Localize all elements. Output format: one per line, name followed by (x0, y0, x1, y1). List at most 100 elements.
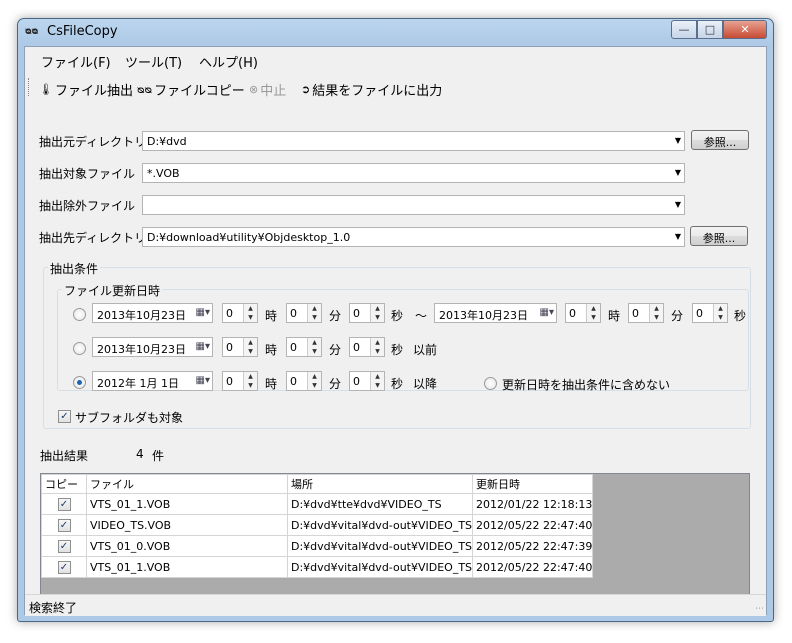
spinner-icon[interactable]: ▲ ▼ (307, 338, 321, 356)
spinner-icon[interactable]: ▲ ▼ (713, 304, 727, 322)
spinner-icon[interactable]: ▲ ▼ (307, 304, 321, 322)
copy-icon: ᴓᴓ (137, 83, 153, 96)
browse-src-button[interactable]: 参照... (691, 130, 749, 150)
col-header-copy[interactable]: コピー (41, 474, 87, 494)
after-suffix: 以降 (413, 377, 438, 391)
toolbar: 🌡 ファイル抽出 ᴓᴓ ファイルコピー ⊗ 中止 ➲ 結果をファイルに出力 (25, 75, 766, 101)
before-radio[interactable] (73, 342, 86, 355)
spinner-icon[interactable]: ▲ ▼ (370, 304, 384, 322)
range-from-date[interactable]: 2013年10月23日 ▦▾ (92, 303, 213, 323)
menu-bar: ファイル(F) ツール(T) ヘルプ(H) (25, 47, 766, 71)
calendar-icon[interactable]: ▦▾ (196, 307, 210, 318)
col-header-modified[interactable]: 更新日時 (472, 474, 594, 494)
modified-cell: 2012/05/22 22:47:39 (472, 535, 594, 557)
extract-button[interactable]: 🌡 ファイル抽出 (39, 80, 133, 99)
target-combo[interactable]: *.VOB ▼ (142, 163, 685, 183)
location-cell: D:¥dvd¥tte¥dvd¥VIDEO_TS (286, 493, 474, 515)
results-grid[interactable]: コピー ファイル 場所 更新日時 ✓ VTS_01_1.VOB D:¥dvd¥t… (40, 473, 750, 607)
window-controls: — □ ✕ (671, 20, 767, 39)
results-table: コピー ファイル 場所 更新日時 ✓ VTS_01_1.VOB D:¥dvd¥t… (41, 474, 594, 578)
spinner-icon[interactable]: ▲ ▼ (586, 304, 600, 322)
after-second[interactable]: 0 ▲ ▼ (349, 371, 385, 391)
table-row[interactable]: ✓ VTS_01_1.VOB D:¥dvd¥tte¥dvd¥VIDEO_TS 2… (41, 493, 594, 515)
range-to-hour-value: 0 (569, 307, 576, 320)
exclude-combo[interactable]: ▼ (142, 195, 685, 215)
toolbar-grip[interactable] (28, 78, 31, 96)
range-from-minute[interactable]: 0 ▲ ▼ (286, 303, 322, 323)
location-cell: D:¥dvd¥vital¥dvd-out¥VIDEO_TS (286, 535, 474, 557)
browse-dest-button[interactable]: 参照... (690, 226, 748, 246)
table-row[interactable]: ✓ VTS_01_1.VOB D:¥dvd¥vital¥dvd-out¥VIDE… (41, 556, 594, 578)
dest-dir-combo[interactable]: D:¥download¥utility¥Objdesktop_1.0 ▼ (142, 227, 685, 247)
spinner-icon[interactable]: ▲ ▼ (243, 304, 257, 322)
after-minute[interactable]: 0 ▲ ▼ (286, 371, 322, 391)
after-date[interactable]: 2012年 1月 1日 ▦▾ (92, 371, 213, 391)
spinner-icon[interactable]: ▲ ▼ (370, 372, 384, 390)
chevron-down-icon[interactable]: ▼ (675, 200, 681, 209)
results-label: 抽出結果 (40, 449, 89, 463)
table-row[interactable]: ✓ VTS_01_0.VOB D:¥dvd¥vital¥dvd-out¥VIDE… (41, 535, 594, 557)
spinner-icon[interactable]: ▲ ▼ (307, 372, 321, 390)
range-to-hour[interactable]: 0 ▲ ▼ (565, 303, 601, 323)
chevron-down-icon[interactable]: ▼ (675, 168, 681, 177)
col-header-location[interactable]: 場所 (286, 474, 474, 494)
status-text: 検索終了 (29, 601, 78, 615)
subfolder-label: サブフォルダも対象 (75, 411, 184, 425)
copy-cell: ✓ (41, 514, 87, 536)
copy-cell: ✓ (41, 493, 87, 515)
subfolder-checkbox[interactable]: ✓ (58, 410, 71, 423)
copy-checkbox[interactable]: ✓ (57, 518, 71, 532)
stop-icon: ⊗ (249, 83, 259, 96)
range-to-date[interactable]: 2013年10月23日 ▦▾ (434, 303, 557, 323)
minute-unit: 分 (329, 343, 342, 357)
window-title: CsFileCopy (47, 24, 118, 39)
menu-help[interactable]: ヘルプ(H) (199, 52, 258, 71)
no-date-radio[interactable] (484, 377, 497, 390)
after-hour[interactable]: 0 ▲ ▼ (222, 371, 258, 391)
menu-tools[interactable]: ツール(T) (125, 52, 182, 71)
copy-checkbox[interactable]: ✓ (57, 539, 71, 553)
spinner-icon[interactable]: ▲ ▼ (370, 338, 384, 356)
close-button[interactable]: ✕ (723, 20, 767, 39)
calendar-icon[interactable]: ▦▾ (196, 341, 210, 352)
before-second[interactable]: 0 ▲ ▼ (349, 337, 385, 357)
col-header-file[interactable]: ファイル (86, 474, 288, 494)
spinner-icon[interactable]: ▲ ▼ (649, 304, 663, 322)
modified-cell: 2012/01/22 12:18:13 (472, 493, 594, 515)
copy-checkbox[interactable]: ✓ (57, 497, 71, 511)
spinner-icon[interactable]: ▲ ▼ (243, 372, 257, 390)
before-date[interactable]: 2013年10月23日 ▦▾ (92, 337, 213, 357)
spinner-icon[interactable]: ▲ ▼ (243, 338, 257, 356)
after-date-value: 2012年 1月 1日 (97, 377, 179, 390)
chevron-down-icon[interactable]: ▼ (675, 232, 681, 241)
range-from-second[interactable]: 0 ▲ ▼ (349, 303, 385, 323)
size-grip-icon[interactable]: ⋯ (755, 604, 764, 614)
menu-file[interactable]: ファイル(F) (41, 52, 111, 71)
range-from-hour[interactable]: 0 ▲ ▼ (222, 303, 258, 323)
title-bar[interactable]: ᴓᴓ CsFileCopy — □ ✕ (18, 19, 773, 46)
chevron-down-icon[interactable]: ▼ (675, 136, 681, 145)
range-to-second[interactable]: 0 ▲ ▼ (692, 303, 728, 323)
file-cell: VTS_01_0.VOB (86, 535, 288, 557)
before-minute[interactable]: 0 ▲ ▼ (286, 337, 322, 357)
copy-button[interactable]: ᴓᴓ ファイルコピー (137, 80, 245, 99)
file-cell: VTS_01_1.VOB (86, 556, 288, 578)
copy-label: ファイルコピー (154, 84, 245, 99)
client-area: ファイル(F) ツール(T) ヘルプ(H) 🌡 ファイル抽出 ᴓᴓ ファイルコピ… (24, 46, 767, 616)
src-dir-combo[interactable]: D:¥dvd ▼ (142, 131, 685, 151)
range-to-minute[interactable]: 0 ▲ ▼ (628, 303, 664, 323)
table-row[interactable]: ✓ VIDEO_TS.VOB D:¥dvd¥vital¥dvd-out¥VIDE… (41, 514, 594, 536)
calendar-icon[interactable]: ▦▾ (540, 307, 554, 318)
minimize-button[interactable]: — (671, 20, 697, 39)
range-radio[interactable] (73, 308, 86, 321)
after-radio[interactable] (73, 376, 86, 389)
after-second-value: 0 (353, 375, 360, 388)
stop-button[interactable]: ⊗ 中止 (249, 80, 286, 99)
copy-checkbox[interactable]: ✓ (57, 560, 71, 574)
export-button[interactable]: ➲ 結果をファイルに出力 (301, 80, 442, 99)
before-hour[interactable]: 0 ▲ ▼ (222, 337, 258, 357)
calendar-icon[interactable]: ▦▾ (196, 375, 210, 386)
before-date-value: 2013年10月23日 (97, 343, 186, 356)
maximize-button[interactable]: □ (697, 20, 723, 39)
after-hour-value: 0 (226, 375, 233, 388)
